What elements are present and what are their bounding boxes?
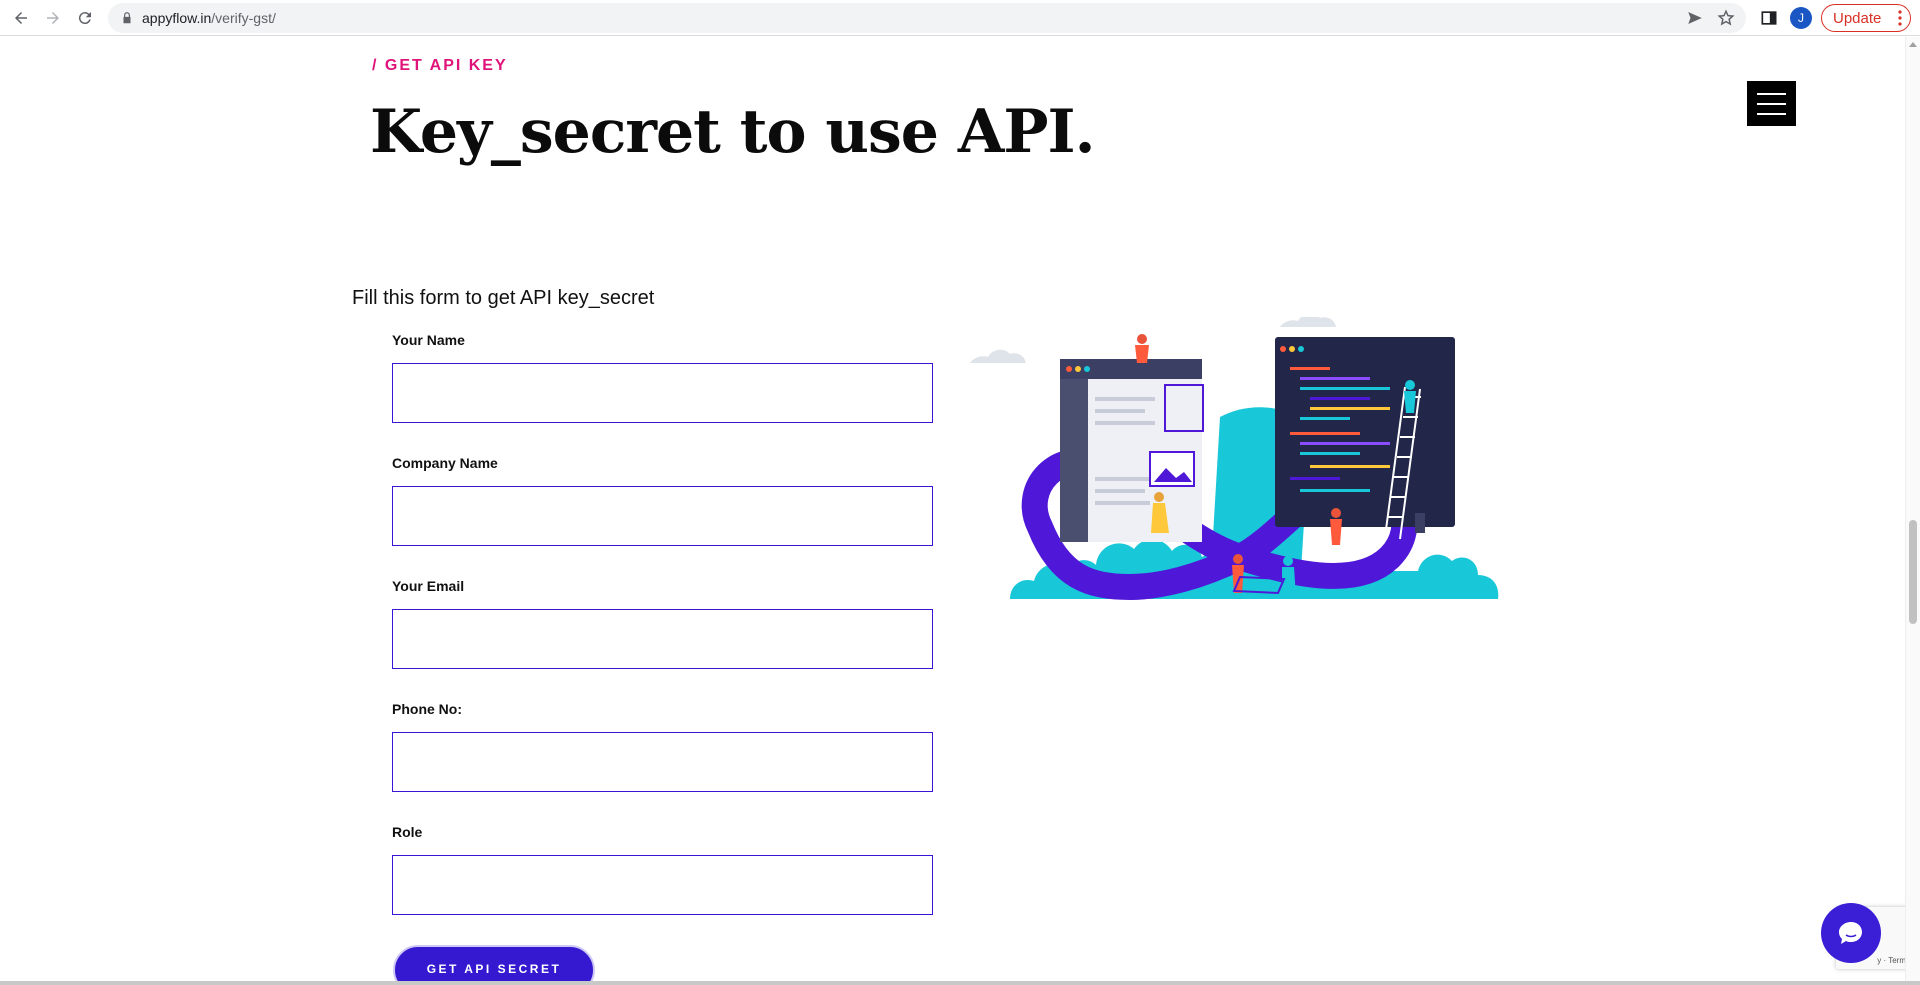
email-input[interactable]: [392, 609, 933, 669]
url-domain: appyflow.in: [142, 10, 212, 26]
send-icon[interactable]: [1686, 9, 1704, 27]
get-api-secret-button[interactable]: GET API SECRET: [393, 945, 595, 982]
more-icon[interactable]: [1898, 10, 1902, 26]
role-input[interactable]: [392, 855, 933, 915]
phone-label: Phone No:: [392, 701, 462, 717]
page-title: Key_secret to use API.: [370, 97, 1095, 167]
chat-widget-button[interactable]: [1821, 903, 1881, 963]
developer-illustration: [970, 317, 1499, 601]
url-path: /verify-gst/: [211, 10, 276, 26]
lock-icon[interactable]: [120, 11, 134, 25]
scroll-up-icon[interactable]: [1909, 42, 1917, 47]
menu-line-icon: [1757, 92, 1786, 95]
star-icon[interactable]: [1717, 9, 1735, 27]
form-title: Fill this form to get API key_secret: [352, 287, 655, 309]
section-eyebrow: / GET API KEY: [372, 57, 508, 74]
name-label: Your Name: [392, 332, 465, 348]
profile-initial: J: [1798, 11, 1804, 25]
name-input[interactable]: [392, 363, 933, 423]
url-text[interactable]: appyflow.in/verify-gst/: [142, 10, 276, 26]
address-bar[interactable]: appyflow.in/verify-gst/: [108, 3, 1746, 33]
profile-avatar[interactable]: J: [1790, 7, 1812, 29]
menu-line-icon: [1757, 102, 1786, 105]
window-bottom-edge: [0, 981, 1920, 985]
page-scrollbar[interactable]: [1905, 37, 1920, 982]
reload-icon[interactable]: [73, 6, 97, 30]
forward-icon[interactable]: [41, 6, 65, 30]
browser-toolbar: appyflow.in/verify-gst/ J Update: [0, 0, 1920, 36]
update-label: Update: [1833, 9, 1882, 27]
company-input[interactable]: [392, 486, 933, 546]
page-content: / GET API KEY Key_secret to use API. Fil…: [0, 37, 1920, 982]
update-button[interactable]: Update: [1821, 4, 1911, 32]
company-label: Company Name: [392, 455, 498, 471]
submit-label: GET API SECRET: [426, 962, 562, 976]
role-label: Role: [392, 824, 423, 840]
phone-input[interactable]: [392, 732, 933, 792]
hamburger-menu-button[interactable]: [1747, 81, 1796, 126]
back-icon[interactable]: [9, 6, 33, 30]
email-label: Your Email: [392, 578, 465, 594]
chat-icon: [1839, 922, 1862, 944]
menu-line-icon: [1757, 112, 1786, 115]
sidebar-icon[interactable]: [1759, 8, 1779, 28]
scroll-thumb[interactable]: [1909, 520, 1917, 624]
